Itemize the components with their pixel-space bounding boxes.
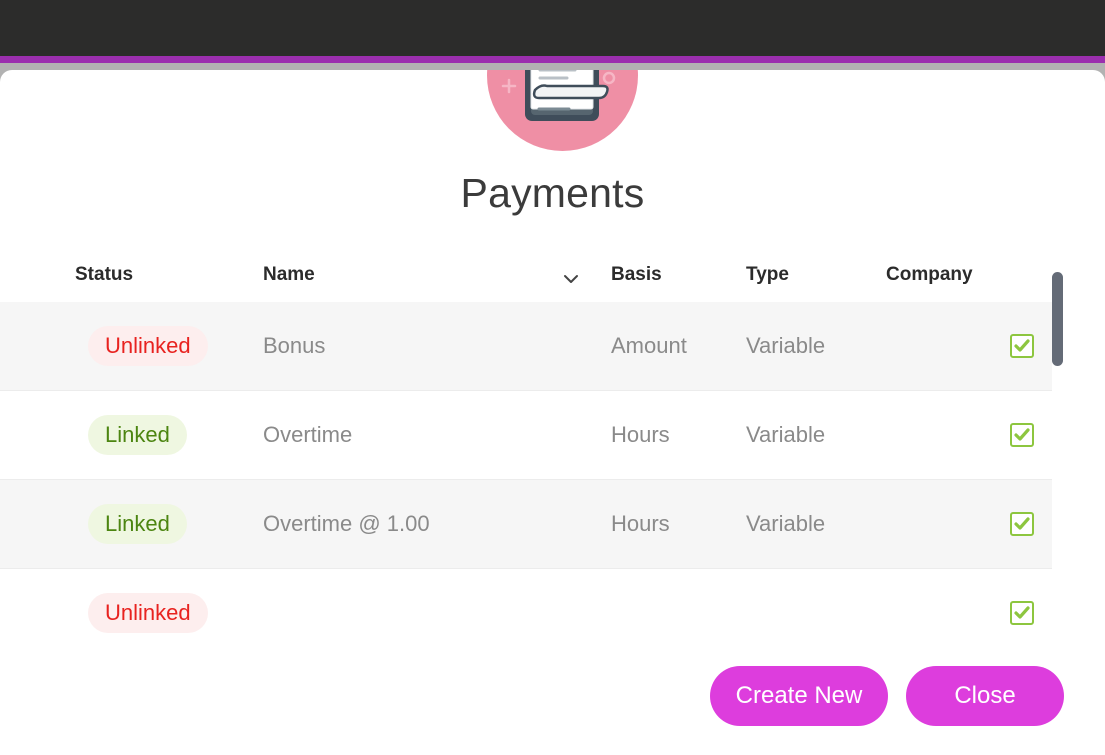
status-badge: Unlinked bbox=[88, 326, 208, 366]
cell-type: Variable bbox=[746, 422, 826, 447]
column-header-status[interactable]: Status bbox=[75, 264, 133, 286]
status-badge: Linked bbox=[88, 415, 187, 455]
table-row[interactable]: Linked Overtime Hours Variable bbox=[0, 391, 1052, 480]
payments-table: Status Name Basis Type Company Unlinked B… bbox=[0, 252, 1105, 692]
chevron-down-icon[interactable] bbox=[561, 269, 581, 289]
table-body: Unlinked Bonus Amount Variable Linked Overtim… bbox=[0, 302, 1105, 658]
cell-type: Variable bbox=[746, 333, 826, 358]
column-header-basis[interactable]: Basis bbox=[611, 264, 662, 286]
create-new-button[interactable]: Create New bbox=[710, 666, 888, 726]
column-header-type[interactable]: Type bbox=[746, 264, 789, 286]
row-checkbox[interactable] bbox=[1010, 334, 1034, 358]
app-window: Payments Status Name Basis Type Company … bbox=[0, 0, 1105, 755]
column-header-name[interactable]: Name bbox=[263, 264, 315, 286]
cell-basis: Hours bbox=[611, 422, 670, 447]
cell-type: Variable bbox=[746, 511, 826, 536]
modal-footer: Create New Close bbox=[0, 640, 1105, 755]
table-row[interactable]: Linked Overtime @ 1.00 Hours Variable bbox=[0, 480, 1052, 569]
cell-basis: Amount bbox=[611, 333, 687, 358]
page-title: Payments bbox=[460, 170, 645, 216]
row-checkbox[interactable] bbox=[1010, 601, 1034, 625]
row-checkbox[interactable] bbox=[1010, 423, 1034, 447]
payments-modal: Payments Status Name Basis Type Company … bbox=[0, 70, 1105, 755]
table-header-row: Status Name Basis Type Company bbox=[0, 252, 1105, 302]
clipboard-icon bbox=[487, 70, 638, 151]
close-button[interactable]: Close bbox=[906, 666, 1064, 726]
browser-topbar bbox=[0, 0, 1105, 56]
status-badge: Unlinked bbox=[88, 593, 208, 633]
cell-name: Overtime @ 1.00 bbox=[263, 511, 430, 536]
cell-name: Bonus bbox=[263, 333, 326, 358]
cell-name: Overtime bbox=[263, 422, 353, 447]
accent-stripe bbox=[0, 56, 1105, 63]
table-scrollbar-thumb[interactable] bbox=[1052, 272, 1063, 366]
cell-basis: Hours bbox=[611, 511, 670, 536]
column-header-company[interactable]: Company bbox=[886, 264, 973, 286]
status-badge: Linked bbox=[88, 504, 187, 544]
row-checkbox[interactable] bbox=[1010, 512, 1034, 536]
table-row[interactable]: Unlinked Bonus Amount Variable bbox=[0, 302, 1052, 391]
